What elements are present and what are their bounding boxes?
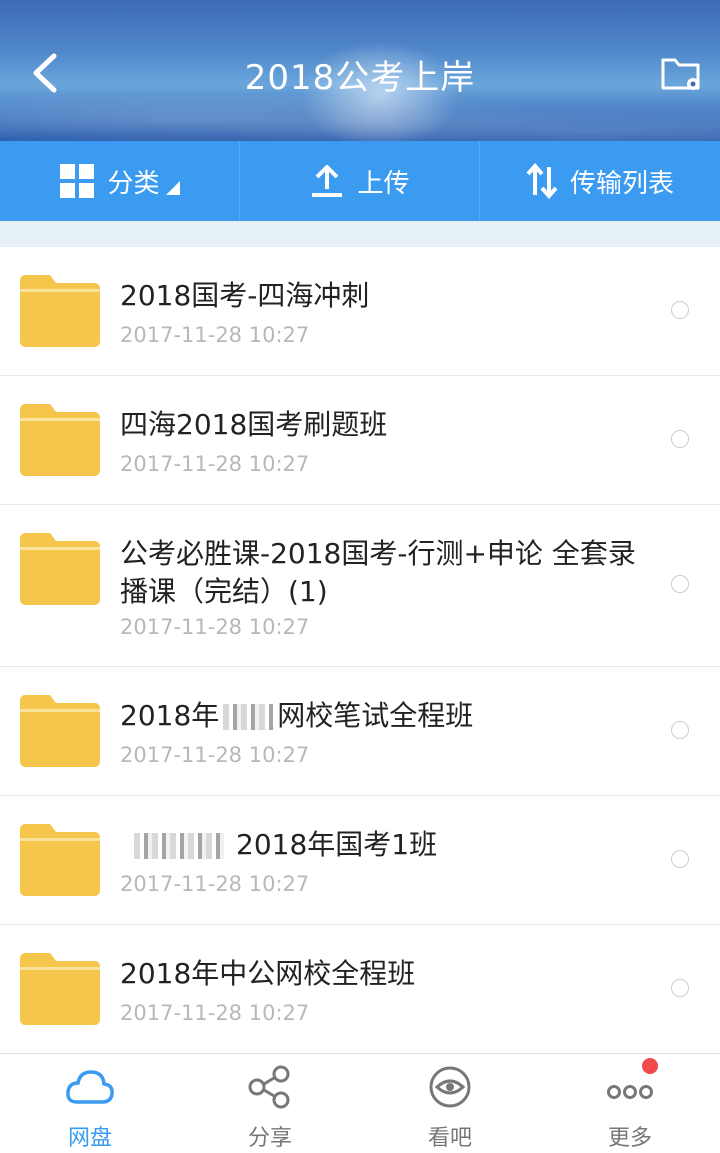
- action-toolbar: 分类 上传 传输列表: [0, 141, 720, 221]
- file-name: 公考必胜课-2018国考-行测+申论 全套录播课（完结）(1): [120, 537, 636, 608]
- folder-icon: [20, 404, 100, 476]
- category-button[interactable]: 分类: [0, 141, 240, 221]
- notification-badge: [642, 1058, 658, 1074]
- header-bar: 2018公考上岸: [0, 0, 720, 141]
- file-row[interactable]: 2018年国考1班 2017-11-28 10:27: [0, 796, 720, 925]
- upload-icon: [312, 165, 343, 197]
- folder-icon: [20, 275, 100, 347]
- select-radio[interactable]: [671, 979, 689, 997]
- file-date: 2017-11-28 10:27: [120, 743, 310, 767]
- folder-icon: [20, 695, 100, 767]
- file-row[interactable]: 四海2018国考刷题班 2017-11-28 10:27: [0, 376, 720, 505]
- eye-icon: [429, 1066, 471, 1108]
- caret-down-icon: [165, 181, 180, 195]
- upload-label: 上传: [357, 168, 410, 199]
- select-radio[interactable]: [671, 850, 689, 868]
- file-name: 2018年 网校笔试全程班: [120, 697, 640, 735]
- cloud-icon: [66, 1070, 114, 1104]
- list-spacer: [0, 221, 720, 247]
- upload-button[interactable]: 上传: [240, 141, 480, 221]
- file-name-suffix: 2018年国考1班: [236, 828, 438, 861]
- file-name: 2018年国考1班: [120, 826, 640, 864]
- file-date: 2017-11-28 10:27: [120, 452, 310, 476]
- folder-settings-icon: [661, 58, 700, 90]
- file-date: 2017-11-28 10:27: [120, 1001, 310, 1025]
- file-date: 2017-11-28 10:27: [120, 615, 310, 639]
- page-title: 2018公考上岸: [244, 58, 476, 98]
- grid-icon: [60, 164, 95, 198]
- file-name: 2018年中公网校全程班: [120, 957, 416, 990]
- folder-settings-button[interactable]: [660, 52, 704, 94]
- redacted-text: [223, 704, 274, 730]
- file-name-prefix: 2018年: [120, 699, 220, 732]
- file-name: 四海2018国考刷题班: [120, 408, 388, 441]
- file-list: 2018国考-四海冲刺 2017-11-28 10:27 四海2018国考刷题班…: [0, 247, 720, 1054]
- file-name: 2018国考-四海冲刺: [120, 279, 370, 312]
- redacted-text: [134, 833, 224, 859]
- folder-icon: [20, 824, 100, 896]
- nav-label: 更多: [607, 1126, 652, 1151]
- nav-item-share[interactable]: 分享: [180, 1054, 360, 1153]
- nav-label: 分享: [247, 1126, 292, 1151]
- file-row[interactable]: 2018年 网校笔试全程班 2017-11-28 10:27: [0, 667, 720, 796]
- transfer-arrows-icon: [526, 163, 558, 199]
- file-row[interactable]: 2018年中公网校全程班 2017-11-28 10:27: [0, 925, 720, 1054]
- select-radio[interactable]: [671, 430, 689, 448]
- nav-label: 看吧: [427, 1126, 472, 1151]
- nav-item-watch[interactable]: 看吧: [360, 1054, 540, 1153]
- share-icon: [248, 1065, 290, 1109]
- category-label: 分类: [107, 168, 160, 199]
- file-date: 2017-11-28 10:27: [120, 872, 310, 896]
- select-radio[interactable]: [671, 301, 689, 319]
- file-row[interactable]: 公考必胜课-2018国考-行测+申论 全套录播课（完结）(1) 2017-11-…: [0, 505, 720, 667]
- file-row[interactable]: 2018国考-四海冲刺 2017-11-28 10:27: [0, 247, 720, 376]
- transfer-list-button[interactable]: 传输列表: [480, 141, 720, 221]
- nav-item-netdisk[interactable]: 网盘: [0, 1054, 180, 1153]
- select-radio[interactable]: [671, 575, 689, 593]
- bottom-navigation: 网盘 分享 看吧 更多: [0, 1053, 720, 1153]
- file-name-suffix: 网校笔试全程班: [277, 699, 474, 732]
- transfer-list-label: 传输列表: [569, 168, 674, 199]
- select-radio[interactable]: [671, 721, 689, 739]
- nav-label: 网盘: [67, 1126, 112, 1151]
- folder-icon: [20, 533, 100, 605]
- folder-icon: [20, 953, 100, 1025]
- file-date: 2017-11-28 10:27: [120, 323, 310, 347]
- nav-item-more[interactable]: 更多: [540, 1054, 720, 1153]
- header-background-waves: [0, 95, 720, 141]
